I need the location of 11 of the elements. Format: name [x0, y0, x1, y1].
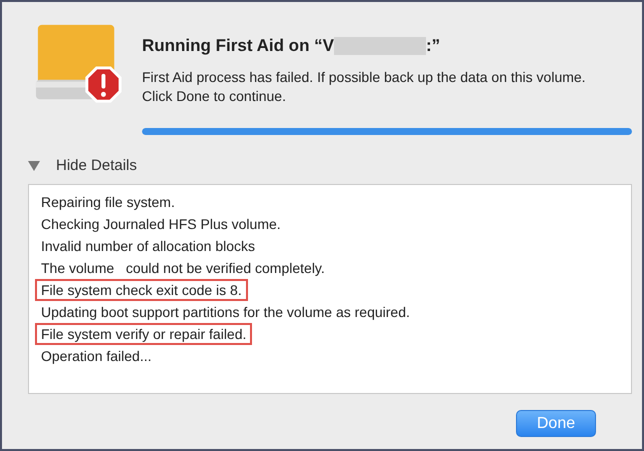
- log-line: Repairing file system.: [40, 193, 176, 212]
- log-line: Updating boot support partitions for the volume as required.: [40, 303, 411, 322]
- log-line: Invalid number of allocation blocks: [40, 237, 256, 256]
- disclosure-triangle-icon: [28, 160, 40, 170]
- details-toggle[interactable]: Hide Details: [28, 157, 137, 174]
- dialog-message: First Aid process has failed. If possible back up the data on this volume. Click Done to continue.: [142, 68, 587, 106]
- dialog-title: Running First Aid on “V: [142, 36, 334, 56]
- dialog-title-end: :”: [426, 36, 440, 56]
- log-line: Operation failed...: [40, 347, 153, 366]
- log-line: Checking Journaled HFS Plus volume.: [40, 215, 282, 234]
- log-line: The volume could not be verified completely.: [40, 259, 326, 278]
